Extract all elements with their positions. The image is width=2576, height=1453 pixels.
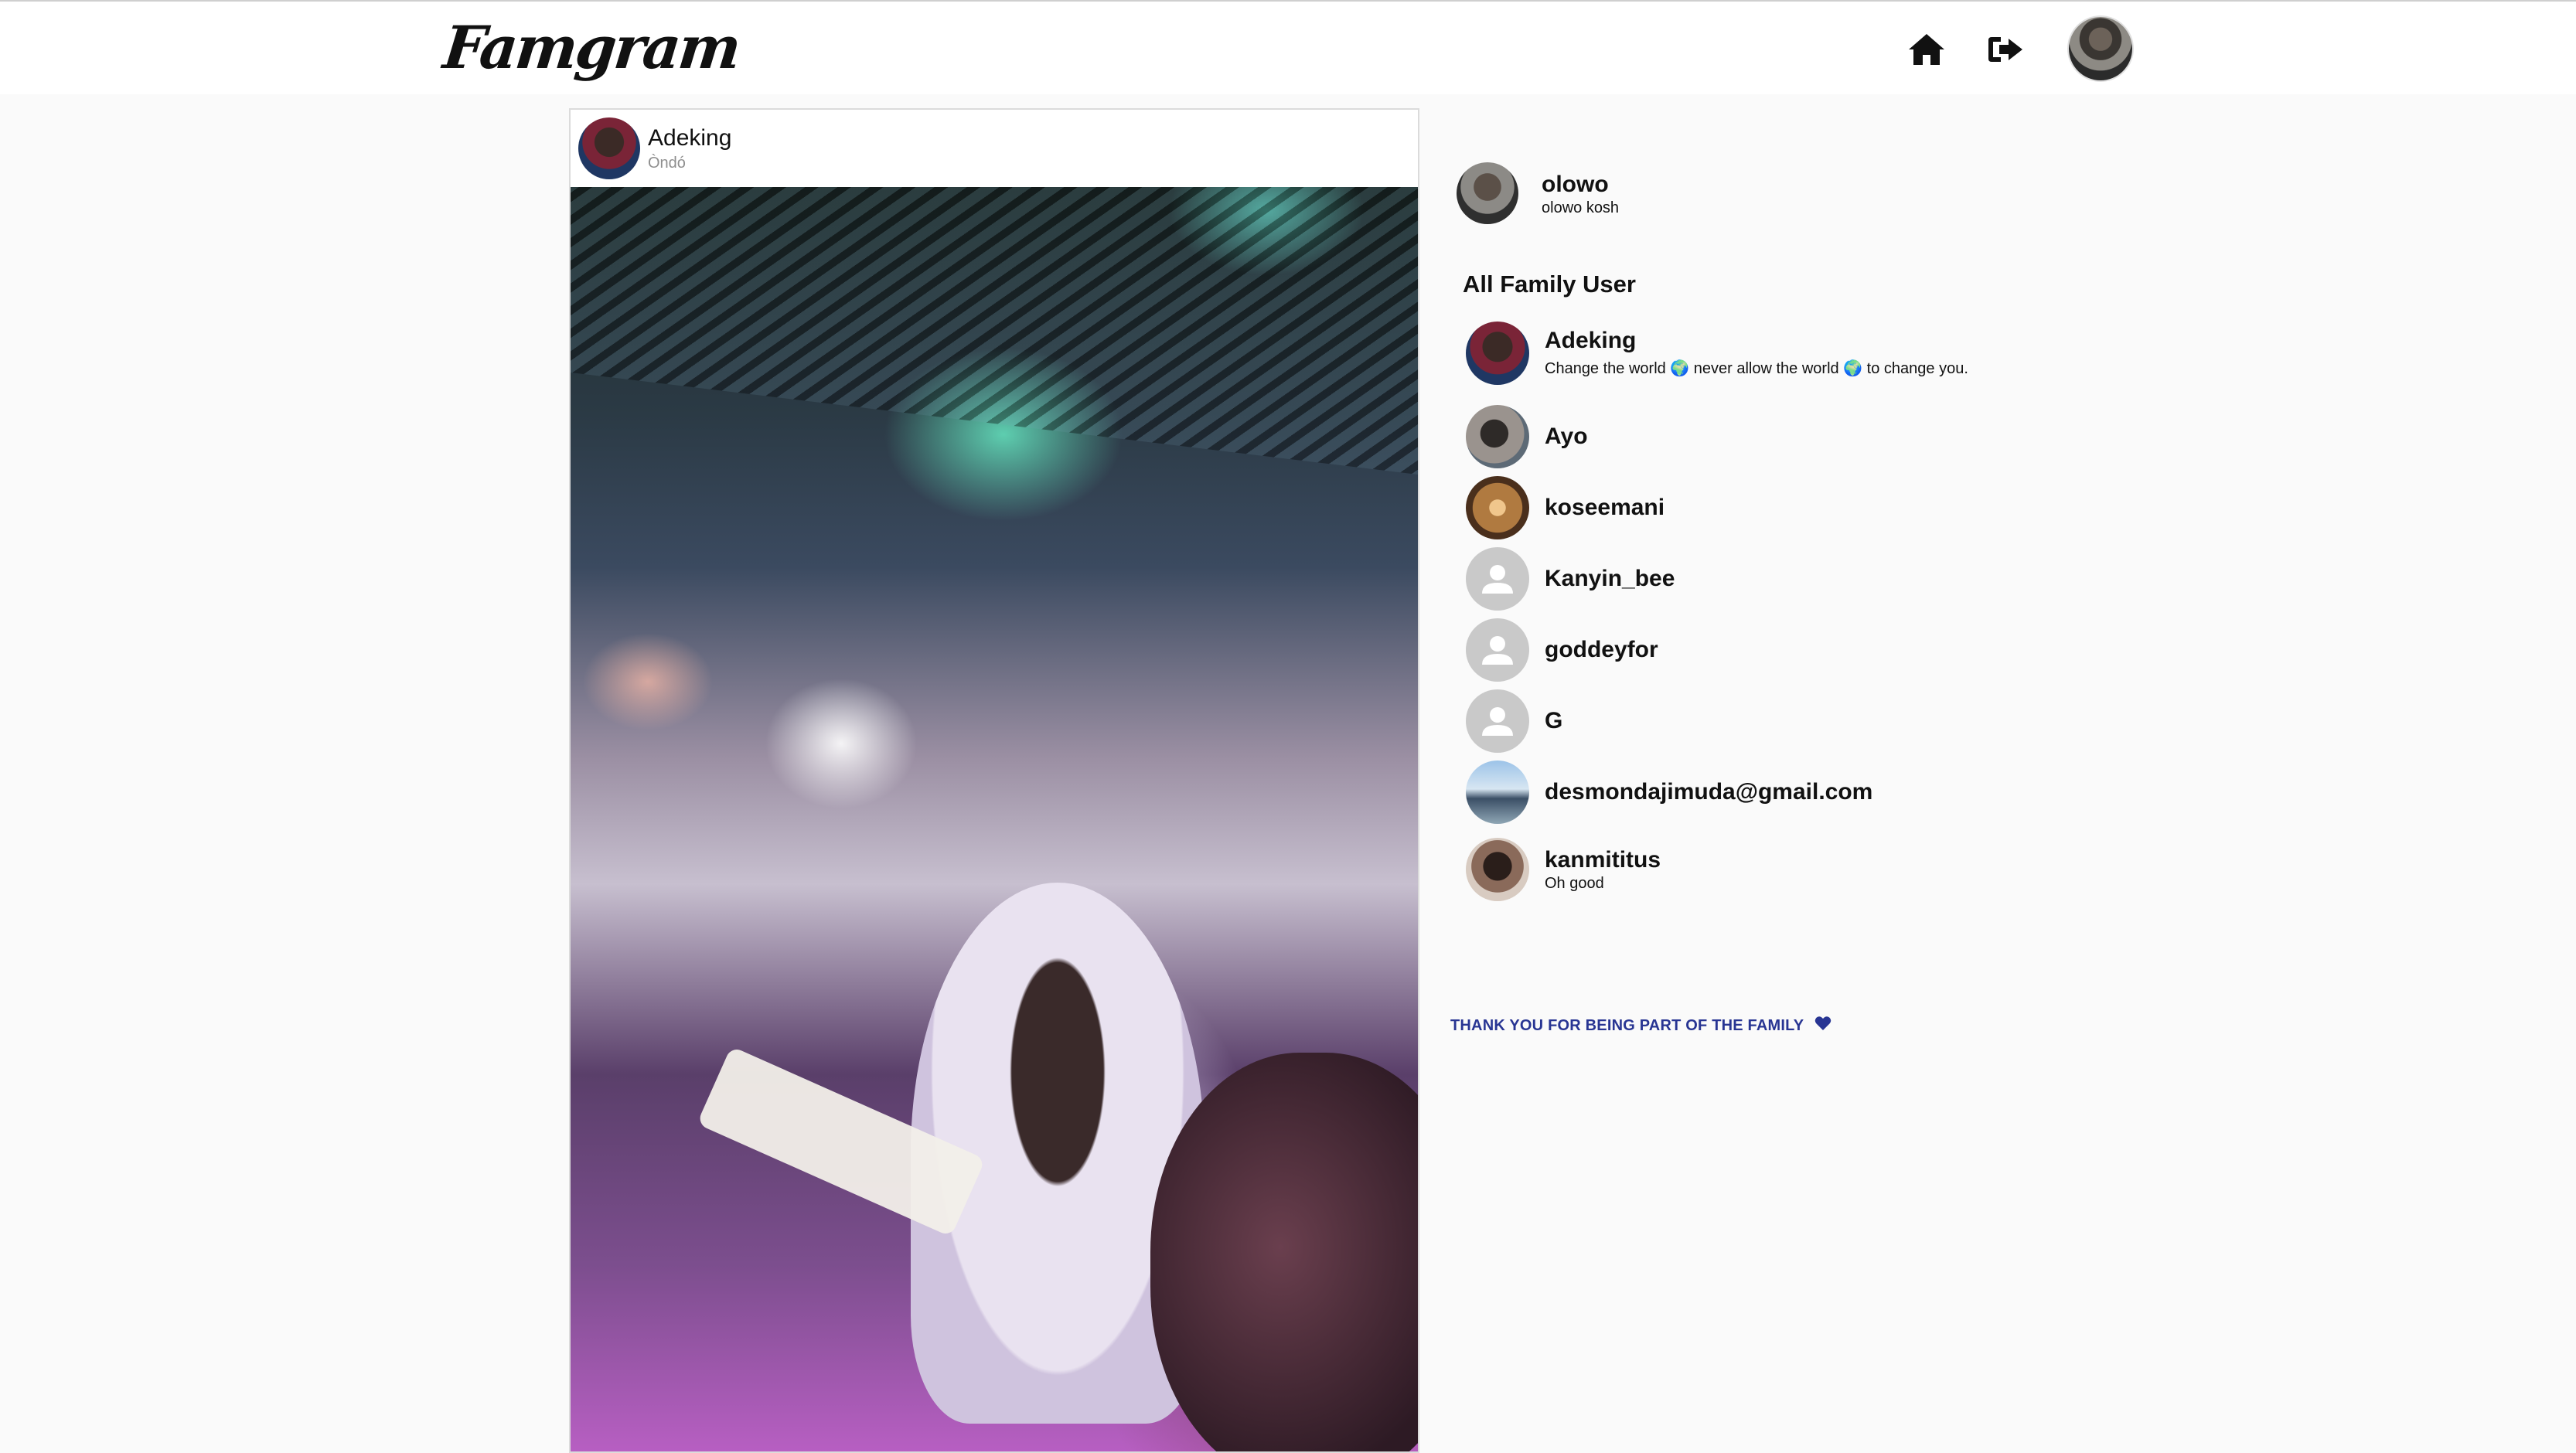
user-name[interactable]: koseemani — [1545, 495, 1665, 521]
post-author-name[interactable]: Adeking — [648, 125, 731, 151]
user-avatar[interactable] — [1466, 761, 1529, 824]
family-list-title: All Family User — [1463, 271, 1636, 298]
post-image[interactable] — [571, 187, 1418, 1451]
user-avatar[interactable] — [1466, 838, 1529, 901]
post-author-avatar[interactable] — [578, 117, 640, 179]
user-name[interactable]: goddeyfor — [1545, 637, 1658, 663]
user-avatar[interactable] — [1466, 405, 1529, 468]
user-name[interactable]: kanmititus — [1545, 847, 1661, 873]
thank-you-text: THANK YOU FOR BEING PART OF THE FAMILY — [1450, 1016, 1804, 1034]
current-user-fullname: olowo kosh — [1542, 199, 1620, 216]
default-avatar-icon[interactable] — [1466, 618, 1529, 682]
family-user-row[interactable]: Kanyin_bee — [1466, 547, 2162, 612]
family-user-row[interactable]: koseemani — [1466, 476, 2162, 541]
user-avatar[interactable] — [1466, 476, 1529, 539]
user-name[interactable]: Adeking — [1545, 328, 1636, 354]
home-icon[interactable] — [1905, 28, 1948, 71]
default-avatar-icon[interactable] — [1466, 547, 1529, 611]
family-user-row[interactable]: G — [1466, 689, 2162, 754]
family-user-row[interactable]: kanmititus Oh good — [1466, 838, 2162, 903]
family-user-row[interactable]: Adeking Change the world 🌍 never allow t… — [1466, 322, 2162, 386]
family-user-row[interactable]: Ayo — [1466, 405, 2162, 470]
user-name[interactable]: desmondajimuda@gmail.com — [1545, 779, 1872, 805]
family-user-row[interactable]: goddeyfor — [1466, 618, 2162, 683]
user-bio: Change the world 🌍 never allow the world… — [1545, 360, 1968, 377]
default-avatar-icon[interactable] — [1466, 689, 1529, 753]
thank-you-note: THANK YOU FOR BEING PART OF THE FAMILY — [1450, 1016, 1831, 1036]
profile-avatar[interactable] — [2069, 17, 2132, 80]
top-navbar: Famgram — [0, 0, 2576, 94]
user-name[interactable]: Kanyin_bee — [1545, 566, 1675, 592]
current-user-username[interactable]: olowo — [1542, 172, 1609, 198]
heart-icon — [1814, 1016, 1831, 1036]
photo-roof-detail — [571, 187, 1418, 475]
post-card: Adeking Òndó — [569, 108, 1419, 1453]
family-user-row[interactable]: desmondajimuda@gmail.com — [1466, 761, 2162, 825]
user-name[interactable]: G — [1545, 708, 1562, 734]
famgram-logo[interactable]: Famgram — [440, 9, 743, 87]
post-header: Adeking Òndó — [571, 110, 1418, 187]
post-location: Òndó — [648, 155, 686, 172]
user-bio: Oh good — [1545, 875, 1604, 892]
logout-icon[interactable] — [1984, 28, 2027, 71]
user-name[interactable]: Ayo — [1545, 424, 1588, 450]
user-avatar[interactable] — [1466, 322, 1529, 385]
current-user-avatar[interactable] — [1457, 162, 1518, 224]
